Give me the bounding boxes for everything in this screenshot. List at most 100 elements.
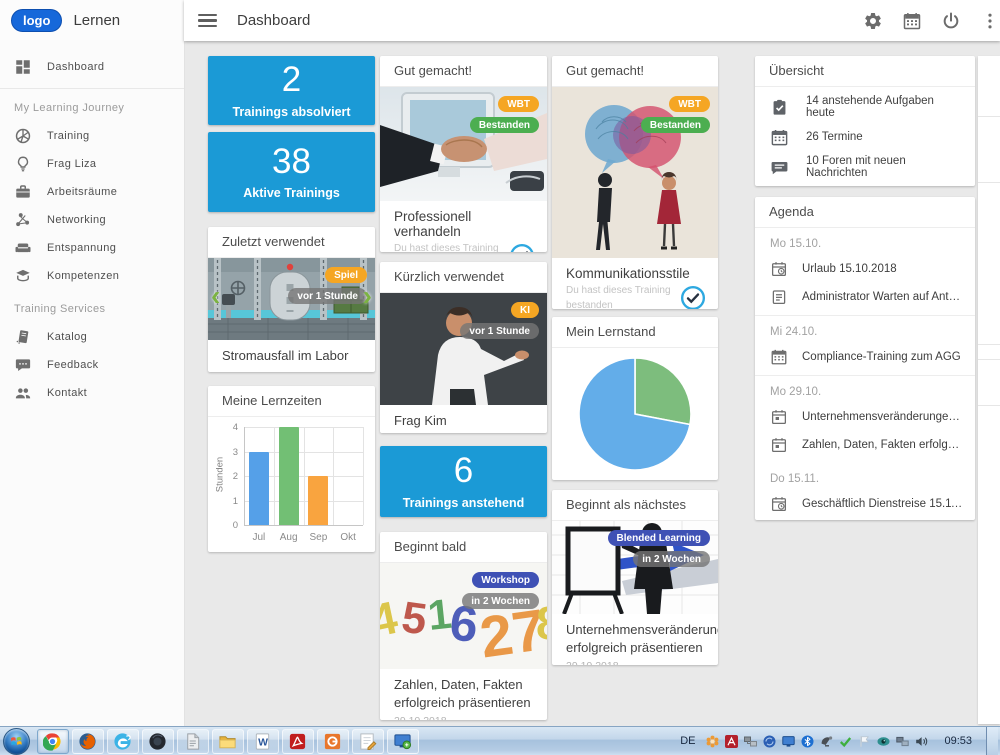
agenda-item[interactable]: Geschäftlich Dienstreise 15.11.2018 xyxy=(755,490,975,518)
taskbar-app-internet-explorer[interactable] xyxy=(107,729,139,754)
sidebar-item-entspannung[interactable]: Entspannung xyxy=(0,234,184,262)
language-indicator[interactable]: DE xyxy=(680,735,695,747)
calendar-day-icon xyxy=(770,436,788,454)
menu-hamburger-icon[interactable] xyxy=(198,14,217,27)
sidebar-item-label: Dashboard xyxy=(47,61,104,73)
overview-row[interactable]: 10 Foren mit neuen Nachrichten xyxy=(755,152,975,182)
gridline xyxy=(304,427,305,525)
training-date: 29.10.2018 xyxy=(552,660,718,665)
card-title: Übersicht xyxy=(755,56,975,87)
sidebar-item-kompetenzen[interactable]: Kompetenzen xyxy=(0,262,184,290)
settings-gear-icon[interactable] xyxy=(863,11,883,31)
show-desktop-button[interactable] xyxy=(986,727,998,755)
agenda-item[interactable]: Zahlen, Daten, Fakten erfolgreich präsen… xyxy=(755,431,975,459)
power-logout-icon[interactable] xyxy=(941,11,961,31)
taskbar-app-document-viewer[interactable] xyxy=(177,729,209,754)
agenda-item[interactable]: Urlaub 15.10.2018 xyxy=(755,255,975,283)
tray-display-icon[interactable] xyxy=(782,735,795,748)
lernstand-pie-chart xyxy=(552,348,718,480)
training-subtitle: Du hast dieses Training bestanden xyxy=(566,284,676,309)
top-app-bar: Dashboard xyxy=(184,0,1000,41)
stat-tile-trainings-anstehend[interactable]: 6 Trainings anstehend xyxy=(380,446,547,517)
training-caption: Unternehmensveränderungen erfolgreich pr… xyxy=(552,614,718,660)
card-agenda: Agenda Mo 15.10.Urlaub 15.10.2018Adminis… xyxy=(755,197,975,520)
training-thumbnail-stromausfall[interactable]: Spiel vor 1 Stunde ‹ › xyxy=(208,258,375,340)
windows-taskbar: W DE 09:53 xyxy=(0,726,1000,755)
more-options-icon[interactable] xyxy=(980,11,992,31)
carousel-prev-icon[interactable]: ‹ xyxy=(211,282,220,310)
sidebar-item-kontakt[interactable]: Kontakt xyxy=(0,379,184,407)
stat-tile-trainings-absolviert[interactable]: 2 Trainings absolviert xyxy=(208,56,375,125)
taskbar-app-acrobat[interactable] xyxy=(282,729,314,754)
sidebar-item-katalog[interactable]: Katalog xyxy=(0,323,184,351)
tray-bluetooth-icon[interactable] xyxy=(801,735,814,748)
app-logo[interactable]: logo xyxy=(11,9,62,32)
taskbar-app-remote-desktop[interactable] xyxy=(387,729,419,754)
agenda-group: Mi 24.10.Compliance-Training zum AGG xyxy=(755,316,975,376)
agenda-item[interactable]: Administrator Warten auf Antwort xyxy=(755,283,975,311)
taskbar-clock[interactable]: 09:53 xyxy=(944,735,972,747)
tray-monitor-eye-icon[interactable] xyxy=(877,735,890,748)
sidebar-item-networking[interactable]: Networking xyxy=(0,206,184,234)
training-thumbnail-frag-kim[interactable]: KI vor 1 Stunde xyxy=(380,293,547,405)
sidebar-item-feedback[interactable]: Feedback xyxy=(0,351,184,379)
type-badge: Workshop xyxy=(472,572,539,588)
time-badge: in 2 Wochen xyxy=(633,551,710,567)
tray-antivirus-icon[interactable] xyxy=(839,735,852,748)
x-axis xyxy=(244,525,363,526)
overview-text: 10 Foren mit neuen Nachrichten xyxy=(806,155,960,179)
calendar-icon[interactable] xyxy=(902,11,922,31)
overview-row[interactable]: 14 anstehende Aufgaben heute xyxy=(755,92,975,122)
briefcase-icon xyxy=(14,183,32,201)
y-tick-label: 4 xyxy=(218,422,238,433)
agenda-item[interactable]: Compliance-Training zum AGG xyxy=(755,343,975,371)
lernzeiten-bar-chart: 01234JulAugSepOktStunden xyxy=(208,417,375,552)
dashboard-content: 2 Trainings absolviert 38 Aktive Trainin… xyxy=(184,41,1000,726)
sidebar-item-arbeitsraume[interactable]: Arbeitsräume xyxy=(0,178,184,206)
taskbar-app-office-app[interactable] xyxy=(317,729,349,754)
agenda-item-text: Compliance-Training zum AGG xyxy=(802,351,963,363)
tray-volume-icon[interactable] xyxy=(915,735,928,748)
bar-aug xyxy=(279,427,299,525)
type-badge: KI xyxy=(511,302,539,318)
tray-browser-sync-icon[interactable] xyxy=(763,735,776,748)
agenda-group: Mo 15.10.Urlaub 15.10.2018Administrator … xyxy=(755,228,975,316)
training-thumbnail-zahlen[interactable]: 4 5 1 6 27 8 Workshop in 2 Wochen xyxy=(380,563,547,669)
card-gut-gemacht-verhandeln: Gut gemacht! WBT Bestanden xyxy=(380,56,547,252)
training-thumbnail-unternehmensveraenderungen[interactable]: Blended Learning in 2 Wochen xyxy=(552,521,718,614)
taskbar-app-file-explorer[interactable] xyxy=(212,729,244,754)
tray-flag-icon[interactable] xyxy=(858,735,871,748)
tray-network-computers-icon[interactable] xyxy=(896,735,909,748)
sidebar-item-dashboard[interactable]: Dashboard xyxy=(0,53,184,81)
tray-satellite-icon[interactable] xyxy=(820,735,833,748)
tray-adobe-icon[interactable] xyxy=(725,735,738,748)
tray-settings-flower-icon[interactable] xyxy=(706,735,719,748)
taskbar-app-word[interactable]: W xyxy=(247,729,279,754)
gridline xyxy=(333,427,334,525)
taskbar-app-chrome[interactable] xyxy=(37,729,69,754)
aperture-icon xyxy=(14,127,32,145)
taskbar-app-dark-browser[interactable] xyxy=(142,729,174,754)
overview-row[interactable]: 26 Termine xyxy=(755,122,975,152)
taskbar-app-firefox[interactable] xyxy=(72,729,104,754)
sidebar-item-label: Kompetenzen xyxy=(47,270,119,282)
windows-flag-icon xyxy=(9,734,24,749)
training-thumbnail-verhandeln[interactable]: WBT Bestanden xyxy=(380,87,547,201)
sidebar-item-training[interactable]: Training xyxy=(0,122,184,150)
carousel-next-icon[interactable]: › xyxy=(363,282,372,310)
agenda-item-text: Administrator Warten auf Antwort xyxy=(802,291,963,303)
taskbar-app-notepad[interactable] xyxy=(352,729,384,754)
sidebar-item-frag-liza[interactable]: Frag Liza xyxy=(0,150,184,178)
agenda-item[interactable]: Unternehmensveränderungen erfolgreich pr… xyxy=(755,403,975,431)
start-button[interactable] xyxy=(3,728,30,755)
training-thumbnail-kommunikationsstile[interactable]: WBT Bestanden xyxy=(552,87,718,258)
tray-network-share-icon[interactable] xyxy=(744,735,757,748)
tasks-icon xyxy=(770,98,789,117)
card-title: Beginnt als nächstes xyxy=(552,490,718,521)
training-caption: Kommunikationsstile xyxy=(566,266,704,281)
stat-tile-aktive-trainings[interactable]: 38 Aktive Trainings xyxy=(208,132,375,212)
calendar-grid-icon xyxy=(770,348,788,366)
card-zuletzt-verwendet: Zuletzt verwendet Spiel xyxy=(208,227,375,372)
couch-icon xyxy=(14,239,32,257)
card-title: Mein Lernstand xyxy=(552,317,718,348)
